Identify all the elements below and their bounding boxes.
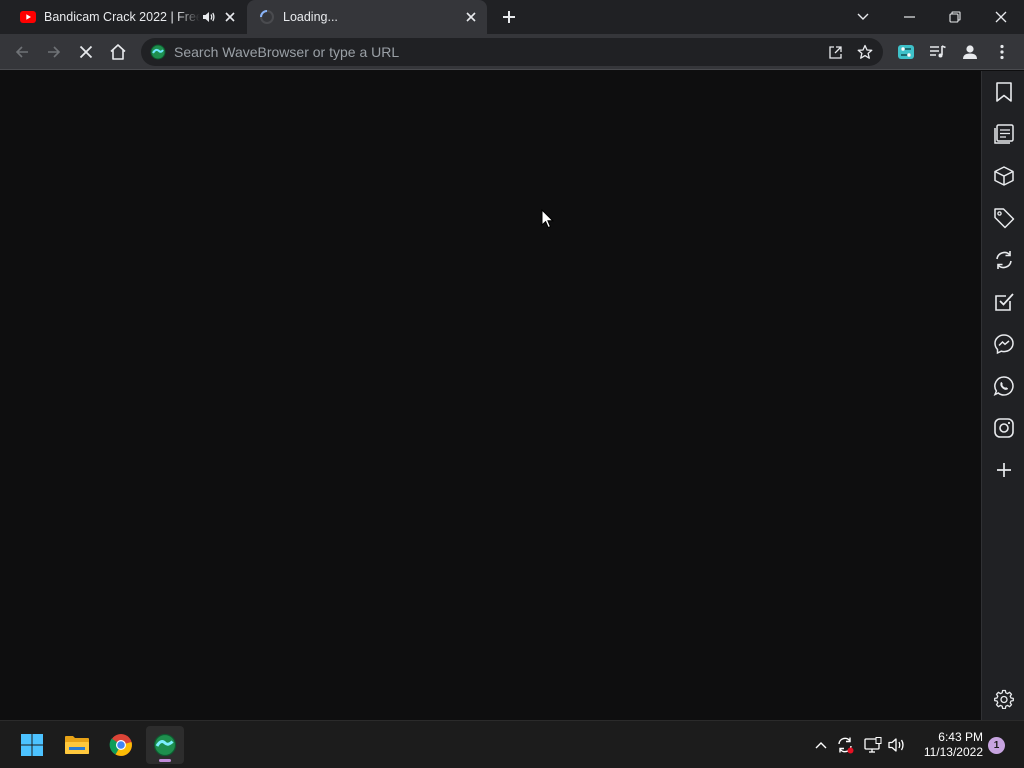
show-hidden-icons-button[interactable] xyxy=(810,733,832,757)
extension-icon xyxy=(898,45,914,59)
bookmark-star-button[interactable] xyxy=(853,40,877,64)
forward-button[interactable] xyxy=(42,40,66,64)
tray-volume[interactable] xyxy=(886,733,908,757)
taskbar-chrome[interactable] xyxy=(102,726,140,764)
sidebar-settings-button[interactable] xyxy=(991,686,1017,712)
profile-button[interactable] xyxy=(958,40,982,64)
star-icon xyxy=(857,44,873,59)
plus-icon xyxy=(503,11,515,23)
bookmark-icon xyxy=(996,82,1012,102)
media-queue-button[interactable] xyxy=(926,40,950,64)
forward-arrow-icon xyxy=(48,46,61,58)
sidebar xyxy=(981,71,1024,720)
tray-network[interactable] xyxy=(862,733,884,757)
add-icon xyxy=(997,463,1011,477)
tab-loading[interactable]: Loading... xyxy=(247,0,487,34)
stop-icon xyxy=(79,45,93,59)
sidebar-item-instagram[interactable] xyxy=(991,415,1017,441)
tab-bandicam[interactable]: Bandicam Crack 2022 | Free Download xyxy=(8,0,246,34)
chevron-down-icon xyxy=(857,13,869,20)
sidebar-item-packages[interactable] xyxy=(991,163,1017,189)
close-tab-icon[interactable] xyxy=(222,9,238,25)
tab-title: Bandicam Crack 2022 | Free Download xyxy=(44,10,200,24)
tab-title: Loading... xyxy=(283,10,338,24)
messenger-icon xyxy=(994,334,1014,355)
sidebar-item-whatsapp[interactable] xyxy=(991,373,1017,399)
sync-alert-icon xyxy=(838,737,854,754)
back-button[interactable] xyxy=(10,40,34,64)
extension-button[interactable] xyxy=(894,40,918,64)
home-icon xyxy=(110,44,126,60)
sidebar-item-messenger[interactable] xyxy=(991,331,1017,357)
youtube-icon xyxy=(20,9,36,25)
sidebar-add-button[interactable] xyxy=(991,457,1017,483)
sidebar-item-sync[interactable] xyxy=(991,247,1017,273)
start-button[interactable] xyxy=(13,726,51,764)
minimize-icon xyxy=(903,16,915,18)
restore-button[interactable] xyxy=(932,0,978,34)
close-tab-icon[interactable] xyxy=(463,9,479,25)
home-button[interactable] xyxy=(106,40,130,64)
back-arrow-icon xyxy=(15,46,28,58)
package-icon xyxy=(994,166,1014,186)
browser-toolbar xyxy=(0,34,1024,70)
taskbar-file-explorer[interactable] xyxy=(58,726,96,764)
sidebar-item-tasks[interactable] xyxy=(991,289,1017,315)
page-content[interactable] xyxy=(0,71,981,720)
taskbar-wavebrowser[interactable] xyxy=(146,726,184,764)
profile-icon xyxy=(963,45,977,59)
notification-badge[interactable]: 1 xyxy=(988,737,1005,754)
clock-time: 6:43 PM xyxy=(938,730,983,744)
tasks-icon xyxy=(995,293,1014,311)
address-bar[interactable] xyxy=(141,38,883,66)
file-explorer-icon xyxy=(65,736,89,754)
wavebrowser-icon xyxy=(150,44,166,60)
running-indicator xyxy=(159,759,171,762)
reading-list-icon xyxy=(994,124,1014,144)
tab-strip: Bandicam Crack 2022 | Free Download Load… xyxy=(0,0,1024,34)
network-icon xyxy=(864,737,882,753)
wavebrowser-icon xyxy=(153,733,177,757)
chrome-icon xyxy=(109,734,132,756)
browser-menu-button[interactable] xyxy=(990,40,1014,64)
share-icon xyxy=(828,45,842,59)
tab-search-button[interactable] xyxy=(840,0,886,34)
url-input[interactable] xyxy=(174,44,823,60)
loading-spinner-icon xyxy=(259,9,275,25)
windows-taskbar: 6:43 PM 11/13/2022 1 xyxy=(0,720,1024,768)
clock-date: 11/13/2022 xyxy=(923,745,983,759)
sync-icon xyxy=(996,251,1012,269)
taskbar-clock[interactable]: 6:43 PM 11/13/2022 xyxy=(913,730,983,760)
close-window-button[interactable] xyxy=(978,0,1024,34)
whatsapp-icon xyxy=(993,376,1014,396)
sidebar-item-bookmarks[interactable] xyxy=(991,79,1017,105)
kebab-menu-icon xyxy=(1000,44,1004,60)
tag-icon xyxy=(994,208,1015,229)
windows-start-icon xyxy=(21,734,43,756)
gear-icon xyxy=(994,689,1014,709)
speaker-icon[interactable] xyxy=(200,9,216,25)
chevron-up-icon xyxy=(815,742,827,749)
sidebar-item-reading-list[interactable] xyxy=(991,121,1017,147)
new-tab-button[interactable] xyxy=(498,6,520,28)
tray-sync-alert[interactable] xyxy=(834,733,856,757)
mouse-cursor xyxy=(541,208,555,234)
minimize-button[interactable] xyxy=(886,0,932,34)
restore-icon xyxy=(949,11,961,23)
volume-icon xyxy=(888,738,904,752)
media-queue-icon xyxy=(930,45,946,58)
stop-button[interactable] xyxy=(74,40,98,64)
instagram-icon xyxy=(994,418,1014,438)
sidebar-item-deals[interactable] xyxy=(991,205,1017,231)
close-icon xyxy=(995,11,1007,23)
share-button[interactable] xyxy=(823,40,847,64)
